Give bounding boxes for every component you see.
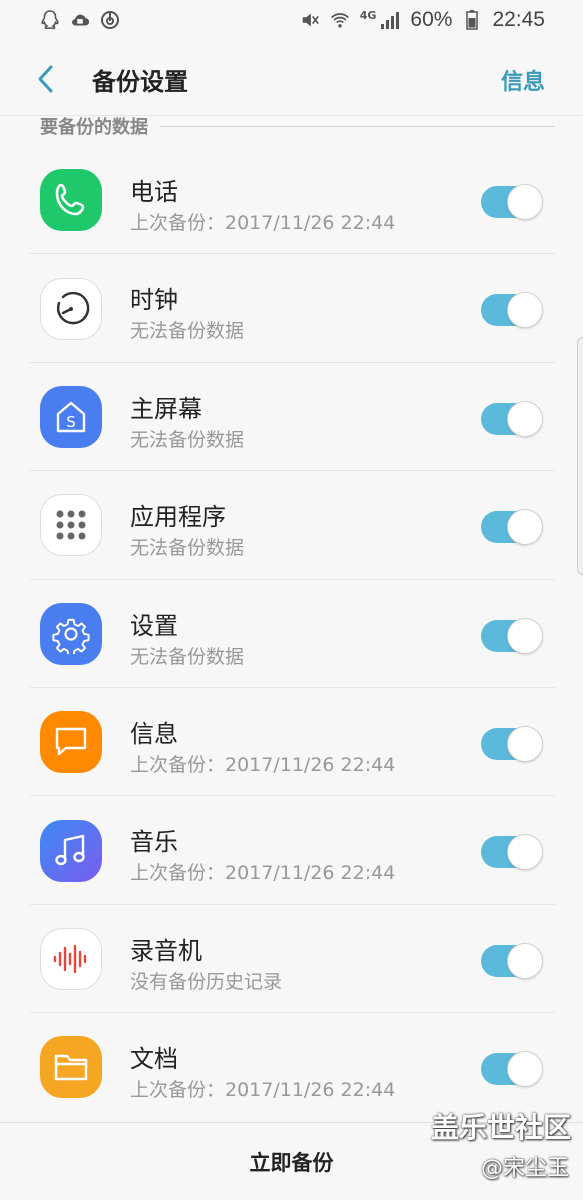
status-bar: 4G 60% 22:45 [0,0,583,40]
gear-icon [40,602,102,665]
folder-icon [40,1036,102,1099]
toggle-switch[interactable] [481,292,543,329]
toggle-switch[interactable] [481,834,543,871]
qq-icon [40,10,60,30]
home-screen-icon: S [40,385,102,448]
item-subtitle: 无法备份数据 [130,428,245,451]
list-item-music[interactable]: 音乐 上次备份：2017/11/26 22:44 [0,796,583,905]
wifi-icon [330,10,350,30]
voice-recorder-icon [40,927,102,990]
watermark-user: @宋尘玉 [480,1156,569,1181]
item-subtitle: 上次备份：2017/11/26 22:44 [130,753,396,776]
toggle-switch[interactable] [481,1051,543,1088]
battery-icon [462,10,482,30]
netease-music-icon [100,10,120,30]
item-title: 电话 [130,178,178,206]
toggle-knob [507,834,543,871]
list-item-voice-recorder[interactable]: 录音机 没有备份历史记录 [0,905,583,1014]
item-title: 时钟 [130,286,178,315]
list-item-clock[interactable]: 时钟 无法备份数据 [0,254,583,363]
toggle-switch[interactable] [481,942,543,979]
watermark-brand: 盖乐世社区 [430,1111,571,1144]
clock-time: 22:45 [492,8,545,31]
list-item-settings[interactable]: 设置 无法备份数据 [0,580,583,688]
toggle-knob [507,509,543,546]
backup-item-list: 电话 上次备份：2017/11/26 22:44 时钟 无法备份数据 S 主屏幕… [0,146,583,1122]
back-button[interactable] [30,62,60,96]
toggle-switch[interactable] [481,617,543,654]
toggle-knob [507,184,543,220]
item-subtitle: 无法备份数据 [130,645,245,668]
edge-panel-handle[interactable] [577,337,583,575]
item-title: 主屏幕 [130,394,202,423]
chevron-left-icon [38,65,53,93]
status-system: 4G 60% 22:45 [300,8,545,32]
phone-icon [40,169,102,232]
list-item-phone[interactable]: 电话 上次备份：2017/11/26 22:44 [0,146,583,255]
toggle-knob [507,400,543,437]
item-subtitle: 无法备份数据 [130,320,245,343]
item-title: 设置 [130,611,178,640]
list-item-home-screen[interactable]: S 主屏幕 无法备份数据 [0,363,583,472]
item-title: 录音机 [130,936,202,965]
toggle-switch[interactable] [481,509,543,546]
svg-text:S: S [66,413,76,431]
section-divider [160,125,555,127]
list-item-apps[interactable]: 应用程序 无法备份数据 [0,471,583,580]
toggle-knob [507,725,543,762]
network-type: 4G [359,8,377,22]
signal-icon [380,10,400,30]
message-icon [40,711,102,774]
section-header: 要备份的数据 [40,113,555,139]
toggle-switch[interactable] [481,184,543,220]
item-title: 文档 [130,1045,178,1074]
item-subtitle: 上次备份：2017/11/26 22:44 [130,1079,396,1102]
toggle-knob [507,292,543,329]
battery-percent: 60% [410,8,453,31]
section-label: 要备份的数据 [40,117,148,138]
toggle-knob [507,1051,543,1088]
clock-icon [40,277,102,340]
status-notifications [40,10,120,30]
mute-icon [300,10,320,30]
info-button[interactable]: 信息 [501,64,545,96]
toggle-knob [507,942,543,979]
apps-grid-icon [40,494,102,557]
item-subtitle: 无法备份数据 [130,537,245,560]
item-subtitle: 没有备份历史记录 [130,970,283,993]
toggle-knob [507,617,543,654]
item-title: 信息 [130,719,178,748]
item-title: 应用程序 [130,503,226,532]
list-item-messages[interactable]: 信息 上次备份：2017/11/26 22:44 [0,688,583,797]
item-subtitle: 上次备份：2017/11/26 22:44 [130,212,396,234]
page-title: 备份设置 [92,68,188,96]
item-subtitle: 上次备份：2017/11/26 22:44 [130,862,396,885]
toggle-switch[interactable] [481,725,543,762]
cloud-sync-icon [70,10,90,30]
item-title: 音乐 [130,828,178,857]
app-header: 备份设置 信息 [0,40,583,116]
music-icon [40,819,102,882]
toggle-switch[interactable] [481,400,543,437]
